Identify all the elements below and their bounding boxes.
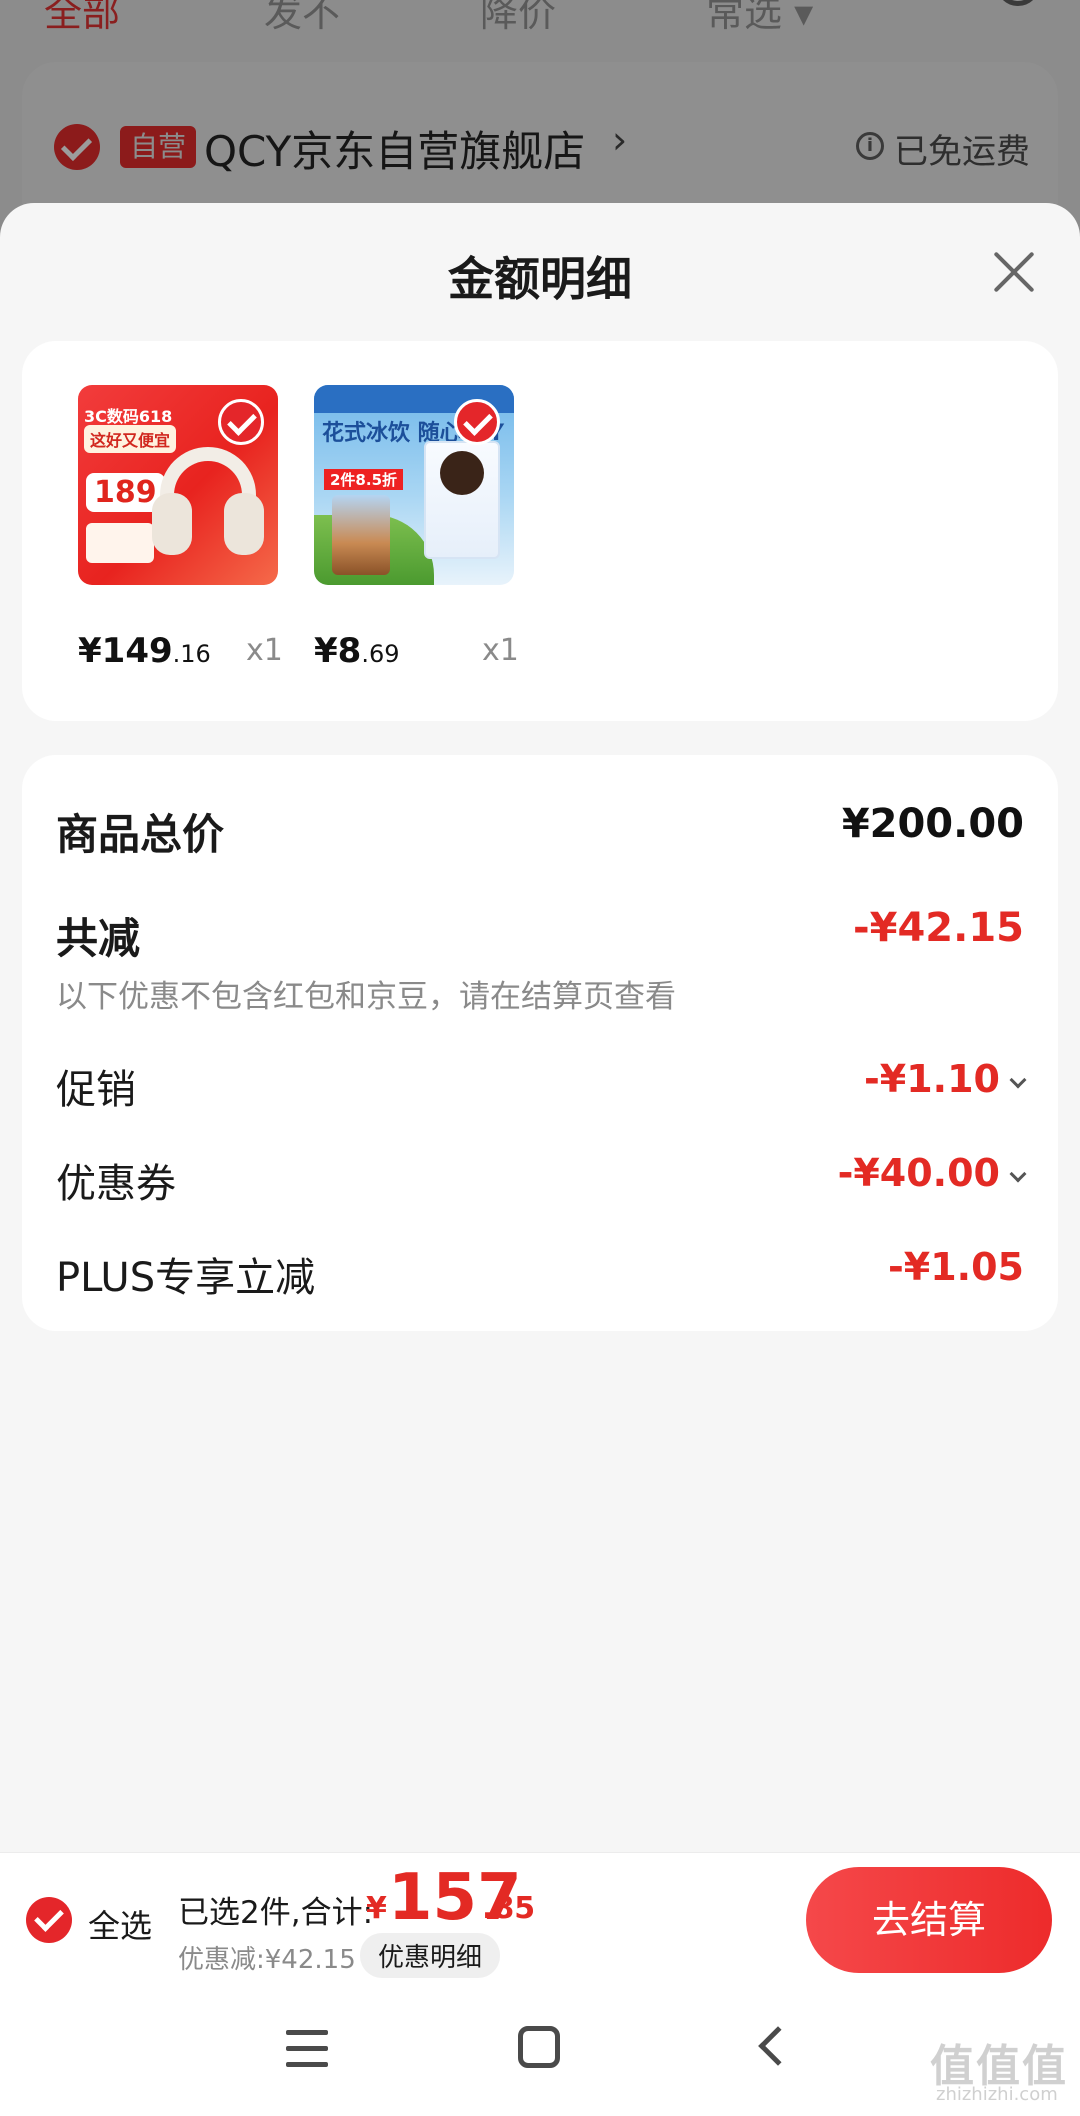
amount-detail-sheet: 金额明细 3C数码618 这好又便宜 189 ¥149.16 x1 花式冰饮 随…: [0, 203, 1080, 1853]
chevron-down-icon: [1009, 1165, 1027, 1183]
product-qty: x1: [246, 633, 283, 668]
tab-frequent: 常选 ▾: [706, 0, 814, 35]
home-icon[interactable]: [518, 2026, 560, 2068]
total-currency: ¥: [366, 1891, 387, 1926]
product-image-headphones[interactable]: 3C数码618 这好又便宜 189: [78, 385, 278, 585]
back-icon[interactable]: [758, 2026, 798, 2066]
product-image-badge: 2件8.5折: [324, 469, 404, 490]
product-price: ¥149.16: [78, 631, 211, 671]
selected-count-text: 已选2件,合计:: [178, 1895, 374, 1931]
select-all-check-icon[interactable]: [26, 1897, 72, 1943]
info-icon: i: [856, 132, 884, 160]
chevron-right-icon: ›: [612, 118, 628, 162]
store-check-icon: [54, 124, 100, 170]
tab-price-drop: 降价: [480, 0, 557, 35]
free-shipping-label: 已免运费: [894, 132, 1030, 172]
search-icon: [996, 0, 1040, 6]
brand-logo-icon: [440, 451, 484, 495]
background-tab-bar: 全部 发不 降价 常选 ▾: [0, 0, 1080, 35]
product-qty: x1: [482, 633, 519, 668]
tab-2: 发不: [264, 0, 341, 35]
self-operated-badge: 自营: [120, 126, 197, 168]
promotion-label: 促销: [56, 1067, 136, 1113]
discount-detail-button[interactable]: 优惠明细: [360, 1933, 501, 1978]
coupon-label: 优惠券: [56, 1161, 176, 1207]
total-reduce-value: -¥42.15: [853, 905, 1024, 951]
sheet-title: 金额明细: [448, 252, 632, 306]
products-card: 3C数码618 这好又便宜 189 ¥149.16 x1 花式冰饮 随心DIY …: [22, 341, 1058, 721]
headphones-icon: [148, 441, 268, 561]
total-price-label: 商品总价: [56, 810, 225, 859]
select-all-label[interactable]: 全选: [88, 1901, 152, 1947]
promotion-row[interactable]: -¥1.10: [864, 1057, 1027, 1101]
coupon-row[interactable]: -¥40.00: [837, 1151, 1027, 1195]
watermark-url: zhizhizhi.com: [936, 2084, 1058, 2105]
discount-note: 以下优惠不包含红包和京豆，请在结算页查看: [56, 979, 676, 1015]
iced-coffee-icon: [332, 495, 390, 575]
product-price-int: ¥149: [78, 631, 173, 671]
tab-all: 全部: [44, 0, 121, 35]
recent-apps-icon[interactable]: [286, 2030, 328, 2068]
coupon-value: -¥40.00: [837, 1151, 1000, 1195]
product-price-dec: .16: [172, 640, 211, 668]
plus-discount-label: PLUS专享立减: [56, 1255, 316, 1301]
store-name: QCY京东自营旗舰店: [204, 127, 586, 176]
product-price: ¥8.69: [314, 631, 400, 671]
checkout-button[interactable]: 去结算: [806, 1867, 1052, 1973]
product-check-icon[interactable]: [218, 399, 264, 445]
system-nav-bar: 值值值 zhizhizhi.com: [0, 1990, 1080, 2116]
chevron-down-icon: [1009, 1071, 1027, 1089]
plus-discount-value: -¥1.05: [888, 1245, 1024, 1289]
summary-card: 商品总价 ¥200.00 共减 -¥42.15 以下优惠不包含红包和京豆，请在结…: [22, 755, 1058, 1331]
total-amount-dec: .85: [482, 1891, 536, 1926]
close-icon[interactable]: [986, 243, 1042, 299]
product-price-dec: .69: [361, 640, 400, 668]
total-price-value: ¥200.00: [841, 801, 1024, 847]
product-image-tag: 3C数码618: [84, 407, 173, 426]
product-check-icon[interactable]: [454, 399, 500, 445]
promotion-value: -¥1.10: [864, 1057, 1000, 1101]
product-price-int: ¥8: [314, 631, 362, 671]
total-reduce-label: 共减: [56, 914, 141, 963]
product-image-coffee[interactable]: 花式冰饮 随心DIY 2件8.5折: [314, 385, 514, 585]
discount-amount-text: 优惠减:¥42.15: [178, 1945, 356, 1975]
checkout-bar: 全选 已选2件,合计: ¥ 157 .85 优惠减:¥42.15 优惠明细 去结…: [0, 1852, 1080, 1990]
product-image-footer: [86, 523, 154, 563]
